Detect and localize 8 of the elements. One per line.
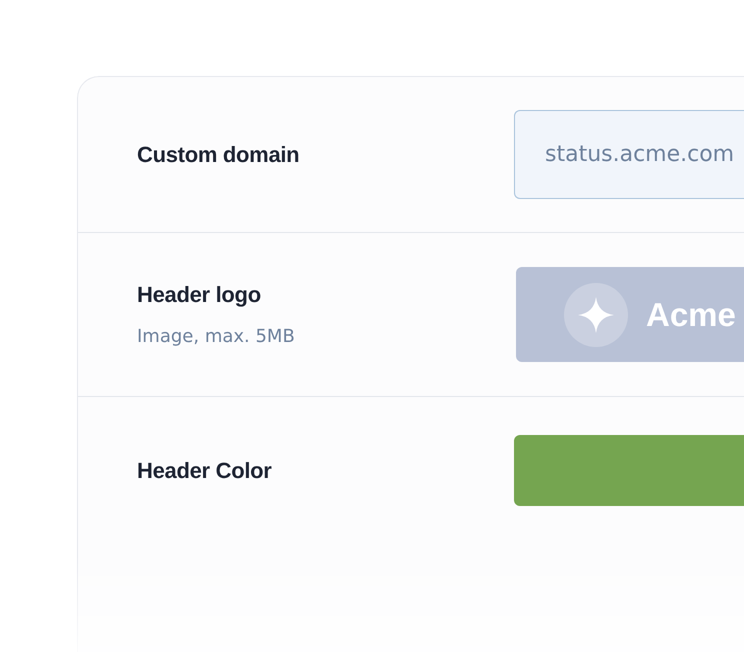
setting-label: Custom domain: [137, 142, 300, 168]
sparkle-icon: [564, 282, 628, 346]
domain-field[interactable]: status.acme.com: [514, 110, 744, 199]
setting-hint: Image, max. 5MB: [137, 326, 296, 347]
setting-label: Header logo: [137, 282, 262, 308]
color-swatch[interactable]: [514, 435, 744, 506]
logo-text: Acme: [646, 296, 736, 334]
setting-label: Header Color: [137, 458, 273, 484]
